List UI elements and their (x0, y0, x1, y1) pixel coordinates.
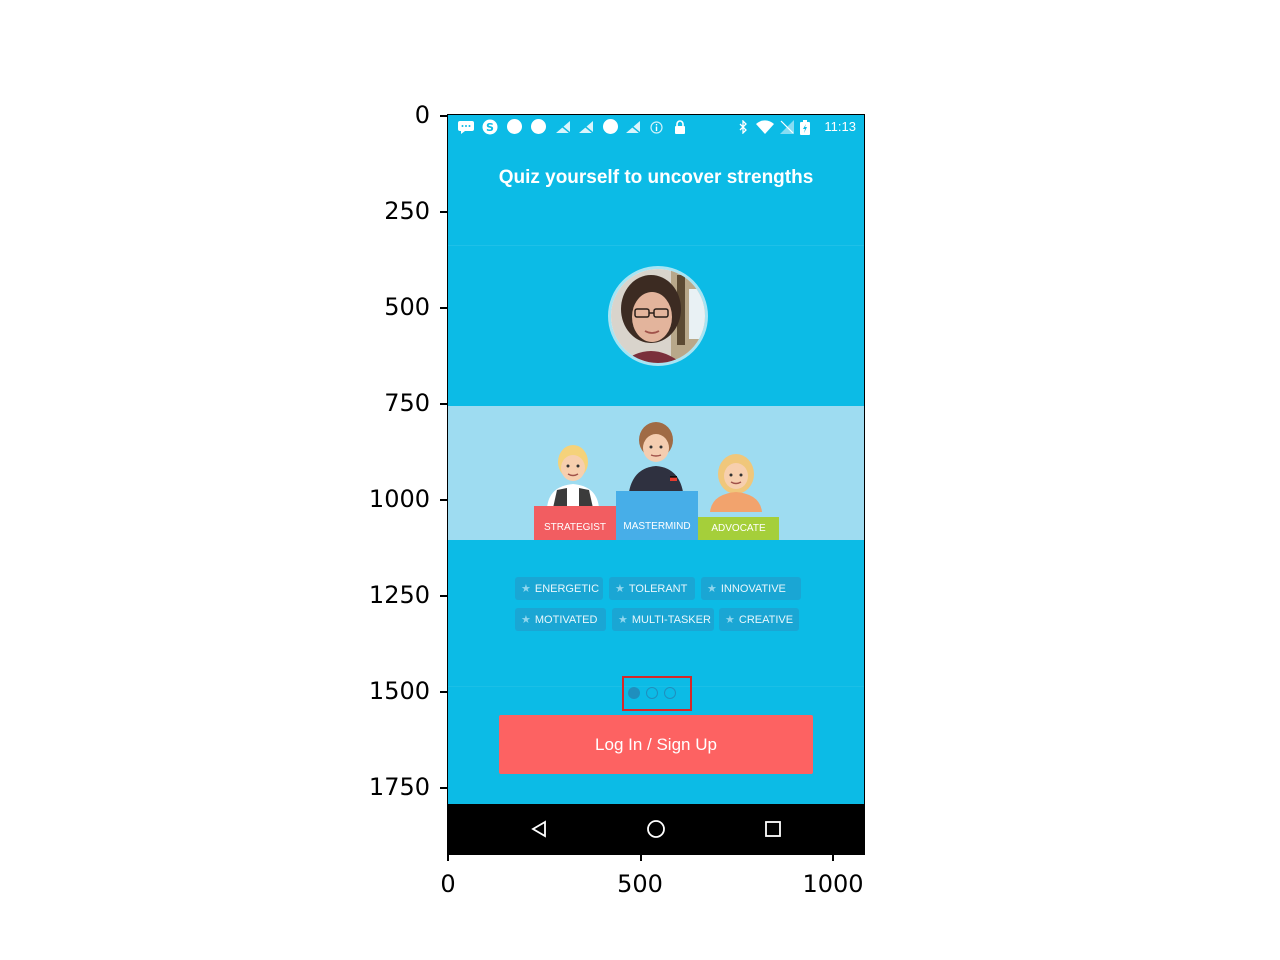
podium-advocate: ADVOCATE (698, 517, 779, 540)
skype-icon: S (482, 119, 498, 135)
signal-muted-icon (556, 120, 572, 134)
y-tick (440, 499, 447, 501)
tag-tolerant: ★ TOLERANT (609, 577, 695, 600)
home-icon[interactable] (644, 817, 668, 841)
y-tick-label: 1250 (368, 581, 430, 609)
star-icon: ★ (618, 614, 628, 626)
tag-label: CREATIVE (738, 613, 794, 626)
star-icon: ★ (521, 614, 531, 626)
mastermind-character-icon (628, 422, 684, 500)
message-icon (458, 120, 474, 134)
y-tick (440, 691, 447, 693)
dot-icon (507, 119, 522, 134)
star-icon: ★ (521, 583, 531, 595)
y-tick (440, 307, 447, 309)
login-signup-button[interactable]: Log In / Sign Up (499, 715, 813, 774)
y-tick-label: 1750 (368, 773, 430, 801)
header-divider (448, 245, 864, 246)
no-sim-icon (780, 120, 794, 134)
page-title: Quiz yourself to uncover strengths (498, 167, 814, 188)
tag-multi-tasker: ★ MULTI-TASKER (612, 608, 714, 631)
y-tick-label: 750 (384, 389, 430, 417)
lock-icon (674, 120, 686, 134)
x-tick (832, 854, 834, 861)
star-icon: ★ (725, 614, 735, 626)
y-tick-label: 0 (414, 101, 430, 129)
star-icon: ★ (707, 583, 717, 595)
advocate-character-icon (710, 454, 762, 512)
tag-label: INNOVATIVE (720, 582, 786, 595)
info-icon (650, 120, 663, 134)
y-tick (440, 787, 447, 789)
x-tick-label: 0 (440, 870, 456, 898)
podium-strategist: STRATEGIST (534, 506, 616, 540)
tag-label: MULTI-TASKER (631, 613, 711, 626)
x-tick-label: 1000 (802, 870, 864, 898)
x-tick (447, 854, 449, 861)
strategist-character-icon (547, 445, 599, 508)
tag-motivated: ★ MOTIVATED (515, 608, 606, 631)
wifi-icon (756, 120, 774, 134)
svg-text:S: S (486, 121, 494, 134)
tag-label: TOLERANT (628, 582, 688, 595)
personality-illustration: STRATEGIST MASTERMIND ADVOCATE (448, 406, 864, 540)
highlight-box (622, 676, 692, 711)
tag-label: MOTIVATED (534, 613, 598, 626)
y-tick (440, 403, 447, 405)
status-clock: 11:13 (824, 119, 856, 134)
y-tick-label: 1000 (368, 485, 430, 513)
y-tick (440, 211, 447, 213)
y-tick-label: 250 (384, 197, 430, 225)
navigation-bar (448, 804, 864, 854)
back-icon[interactable] (527, 817, 551, 841)
bluetooth-icon (738, 120, 748, 134)
status-bar: S 11:13 (448, 115, 864, 139)
dot-icon (531, 119, 546, 134)
avatar (608, 266, 708, 366)
tag-creative: ★ CREATIVE (719, 608, 799, 631)
signal-muted-icon (579, 120, 595, 134)
y-tick (440, 595, 447, 597)
star-icon: ★ (615, 583, 625, 595)
podium-mastermind: MASTERMIND (616, 491, 698, 540)
x-tick (640, 854, 642, 861)
battery-icon (800, 119, 810, 135)
y-tick-label: 1500 (368, 677, 430, 705)
x-tick-label: 500 (617, 870, 663, 898)
y-tick-label: 500 (384, 293, 430, 321)
y-tick (440, 115, 447, 117)
tag-innovative: ★ INNOVATIVE (701, 577, 801, 600)
tag-label: ENERGETIC (534, 582, 600, 595)
signal-muted-icon (626, 120, 642, 134)
dot-icon (603, 119, 618, 134)
tag-energetic: ★ ENERGETIC (515, 577, 603, 600)
phone-screen: S 11:13 Quiz yourself to uncover strengt… (448, 115, 864, 854)
recents-icon[interactable] (761, 817, 785, 841)
